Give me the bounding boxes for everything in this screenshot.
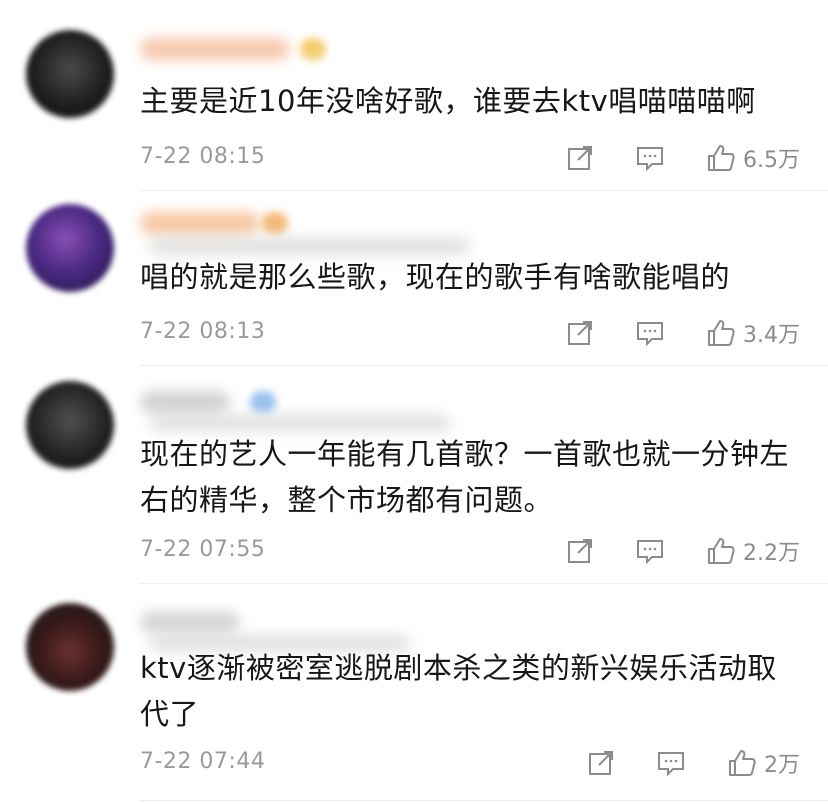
comment-meta: 7-22 07:55 2.2万 [140,533,800,569]
comment-icon [637,147,663,172]
like-button[interactable]: 2万 [726,747,800,779]
share-button[interactable] [565,536,595,566]
comment-item: 现在的艺人一年能有几首歌？一首歌也就一分钟左右的精华，整个市场都有问题。 7-2… [0,365,828,583]
share-button[interactable] [565,143,595,173]
comment-item: 主要是近10年没啥好歌，谁要去ktv唱喵喵喵啊 7-22 08:15 6.5万 [0,0,828,190]
like-count: 6.5万 [743,148,800,173]
username-blurred[interactable] [140,38,290,60]
comment-actions: 2万 [586,745,800,781]
comment-meta: 7-22 08:15 6.5万 [140,140,800,176]
comment-icon [637,540,663,565]
comment-time: 7-22 07:55 [140,537,266,562]
username-blurred[interactable] [140,212,260,234]
comment-time: 7-22 08:13 [140,319,266,344]
thumbs-up-icon [729,750,756,776]
comment-text: 现在的艺人一年能有几首歌？一首歌也就一分钟左右的精华，整个市场都有问题。 [140,437,790,517]
avatar[interactable] [26,204,114,292]
comment-text: ktv逐渐被密室逃脱剧本杀之类的新兴娱乐活动取代了 [140,651,777,731]
reply-button[interactable] [635,318,665,348]
comment-icon [658,752,684,777]
verified-badge-icon [250,391,276,413]
comment-meta: 7-22 07:44 2万 [140,745,800,781]
comment-time: 7-22 07:44 [140,749,266,774]
share-icon [568,539,592,563]
avatar[interactable] [26,30,114,118]
comment-meta: 7-22 08:13 3.4万 [140,315,800,351]
username-blurred[interactable] [140,391,230,413]
avatar[interactable] [26,381,114,469]
blurred-text [150,415,450,431]
comment-time: 7-22 08:15 [140,144,266,169]
comment-icon [637,322,663,347]
like-button[interactable]: 2.2万 [705,535,800,567]
thumbs-up-icon [708,145,735,171]
user-badge-icon [262,212,288,234]
share-icon [589,751,613,775]
thumbs-up-icon [708,320,735,346]
username-blurred[interactable] [140,611,240,633]
divider [140,800,828,801]
like-count: 2万 [764,753,800,778]
comment-actions: 6.5万 [565,140,800,176]
comment-text: 唱的就是那么些歌，现在的歌手有啥歌能唱的 [140,260,731,294]
comment-item: ktv逐渐被密室逃脱剧本杀之类的新兴娱乐活动取代了 7-22 07:44 2万 [0,583,828,804]
like-count: 2.2万 [743,541,800,566]
reply-button[interactable] [656,748,686,778]
user-badge-icon [300,38,326,60]
like-count: 3.4万 [743,323,800,348]
comment-list: 主要是近10年没啥好歌，谁要去ktv唱喵喵喵啊 7-22 08:15 6.5万 … [0,0,828,804]
blurred-text [150,238,470,254]
avatar[interactable] [26,603,114,691]
share-icon [568,146,592,170]
reply-button[interactable] [635,143,665,173]
reply-button[interactable] [635,536,665,566]
thumbs-up-icon [708,538,735,564]
share-icon [568,321,592,345]
comment-text: 主要是近10年没啥好歌，谁要去ktv唱喵喵喵啊 [140,84,756,118]
comment-actions: 3.4万 [565,315,800,351]
share-button[interactable] [565,318,595,348]
like-button[interactable]: 3.4万 [705,317,800,349]
comment-actions: 2.2万 [565,533,800,569]
comment-item: 唱的就是那么些歌，现在的歌手有啥歌能唱的 7-22 08:13 3.4万 [0,190,828,365]
share-button[interactable] [586,748,616,778]
like-button[interactable]: 6.5万 [705,142,800,174]
